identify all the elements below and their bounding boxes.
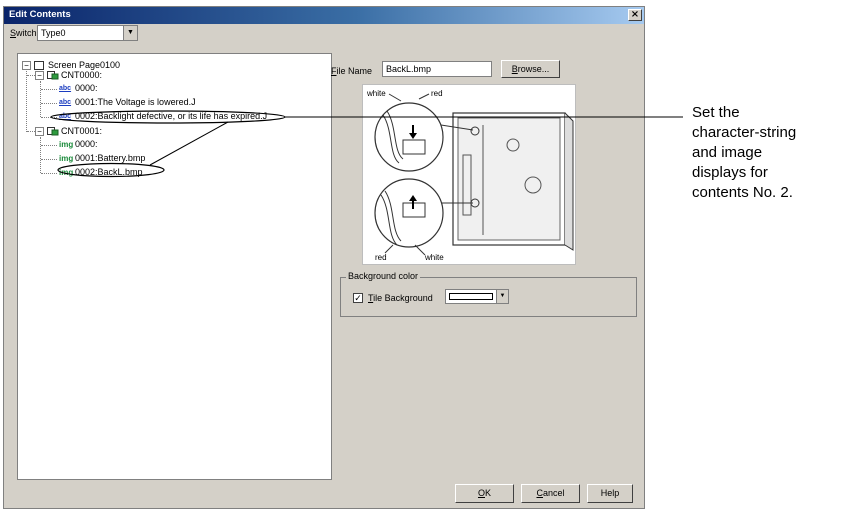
chevron-down-icon[interactable]: ▼ <box>123 26 137 40</box>
background-color-label: Background color <box>346 271 421 281</box>
screen-icon <box>34 61 44 70</box>
preview-label-white-top: white <box>366 89 386 98</box>
help-button[interactable]: Help <box>587 484 633 503</box>
callout-line-2: character-string <box>692 124 797 141</box>
preview-label-red-top: red <box>431 89 443 98</box>
close-icon: × <box>630 9 640 20</box>
window-title: Edit Contents <box>9 9 71 20</box>
chevron-down-icon[interactable]: ▼ <box>496 290 508 303</box>
ok-button[interactable]: OK <box>455 484 514 503</box>
switch-label: Switch <box>10 28 37 38</box>
background-color-picker[interactable]: ▼ <box>445 289 509 304</box>
tree-group-label[interactable]: CNT0001: <box>61 126 102 137</box>
callout-line-3: and image <box>692 144 763 161</box>
image-item-icon: img <box>59 154 74 163</box>
switch-select-value: Type0 <box>41 28 66 38</box>
background-color-group: Background color ✓ Tile Background ▼ <box>340 271 637 317</box>
tree-item-label[interactable]: 0001:Battery.bmp <box>75 153 145 164</box>
collapse-icon[interactable]: − <box>22 61 31 70</box>
browse-button[interactable]: Browse... <box>501 60 560 78</box>
preview-label-red-bottom: red <box>375 253 387 262</box>
collapse-icon[interactable]: − <box>35 71 44 80</box>
text-item-icon: abc <box>59 113 72 120</box>
file-name-label: File Name <box>331 66 373 76</box>
callout-line-5: contents No. 2. <box>692 184 793 201</box>
contents-tree[interactable]: − Screen Page0100 − CNT0000: abc 0000: a… <box>17 53 332 480</box>
content-group-icon <box>47 126 59 136</box>
preview-label-white-bottom: white <box>424 253 444 262</box>
callout-line-1: Set the <box>692 104 740 121</box>
image-preview: white red red white <box>362 84 576 265</box>
tree-item-label[interactable]: 0002:Backlight defective, or its life ha… <box>75 111 267 122</box>
tree-item-label[interactable]: 0000: <box>75 139 98 150</box>
callout-text: Set the character-string and image displ… <box>692 103 842 203</box>
tree-item-label[interactable]: 0001:The Voltage is lowered.J <box>75 97 196 108</box>
switch-select[interactable]: Type0 ▼ <box>37 25 138 41</box>
callout-line-4: displays for <box>692 164 768 181</box>
color-swatch <box>449 293 493 300</box>
file-name-input[interactable]: BackL.bmp <box>382 61 492 77</box>
text-item-icon: abc <box>59 99 72 106</box>
image-item-icon: img <box>59 140 74 149</box>
tile-background-checkbox[interactable]: ✓ <box>353 293 363 303</box>
title-bar[interactable]: Edit Contents × <box>4 7 644 24</box>
close-button[interactable]: × <box>628 9 642 21</box>
tile-background-label[interactable]: Tile Background <box>368 293 433 303</box>
cancel-button[interactable]: Cancel <box>521 484 580 503</box>
backlight-diagram-image: white red red white <box>366 89 574 262</box>
collapse-icon[interactable]: − <box>35 127 44 136</box>
tree-group-label[interactable]: CNT0000: <box>61 70 102 81</box>
content-group-icon <box>47 70 59 80</box>
text-item-icon: abc <box>59 85 72 92</box>
tree-item-label[interactable]: 0000: <box>75 83 98 94</box>
tree-item-label[interactable]: 0002:BackL.bmp <box>75 167 143 178</box>
image-item-icon: img <box>59 168 74 177</box>
